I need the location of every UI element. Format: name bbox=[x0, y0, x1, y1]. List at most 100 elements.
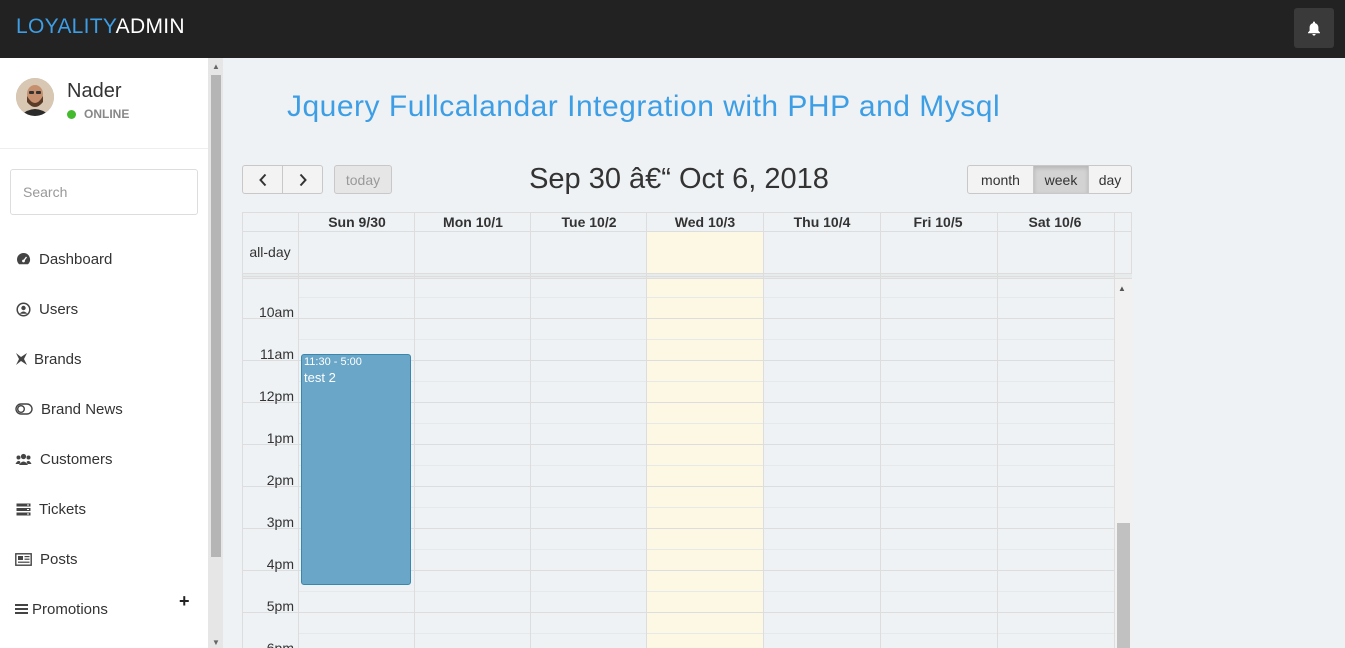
today-button[interactable]: today bbox=[334, 165, 392, 194]
view-month-button[interactable]: month bbox=[967, 165, 1034, 194]
calendar-event[interactable]: 11:30 - 5:00 test 2 bbox=[301, 354, 411, 585]
user-status: ONLINE bbox=[67, 107, 129, 121]
time-grid[interactable]: 10am 11am 12pm 1pm 2pm 3pm 4pm 5pm 6pm 1… bbox=[242, 276, 1115, 648]
calendar-range-title: Sep 30 â€“ Oct 6, 2018 bbox=[529, 163, 829, 195]
calendar-week-view: Sun 9/30 Mon 10/1 Tue 10/2 Wed 10/3 Thu … bbox=[242, 212, 1132, 648]
half-hour-line bbox=[298, 339, 1115, 340]
sidebar-item-brand-news[interactable]: Brand News bbox=[15, 397, 123, 421]
brand-logo-part2: ADMIN bbox=[115, 15, 185, 38]
users-icon bbox=[15, 451, 32, 467]
day-header: Fri 10/5 bbox=[913, 214, 963, 230]
sidebar-item-label: Customers bbox=[40, 450, 113, 468]
time-label: 11am bbox=[260, 346, 294, 362]
sidebar-scrollbar-thumb[interactable] bbox=[211, 75, 221, 557]
online-status-dot-icon bbox=[67, 109, 76, 119]
sidebar-item-posts[interactable]: Posts bbox=[15, 547, 78, 571]
chevron-left-icon bbox=[258, 173, 266, 186]
sidebar-item-customers[interactable]: Customers bbox=[15, 447, 113, 471]
time-label: 12pm bbox=[258, 388, 294, 404]
search-input[interactable] bbox=[10, 169, 198, 215]
calendar-scroll-up-icon[interactable]: ▲ bbox=[1118, 284, 1126, 293]
column-line bbox=[646, 212, 647, 648]
column-line bbox=[1131, 212, 1132, 274]
half-hour-line bbox=[298, 423, 1115, 424]
user-status-label: ONLINE bbox=[84, 107, 130, 121]
sidebar-item-label: Tickets bbox=[39, 500, 86, 518]
allday-label: all-day bbox=[249, 244, 291, 260]
day-header: Mon 10/1 bbox=[443, 214, 503, 230]
bell-icon bbox=[1308, 21, 1320, 36]
brand-logo[interactable]: LOYALITYADMIN bbox=[16, 15, 185, 39]
time-label: 6pm bbox=[266, 640, 294, 648]
column-line bbox=[242, 212, 243, 648]
sidebar-item-promotions[interactable]: Promotions bbox=[15, 597, 108, 621]
column-line bbox=[763, 212, 764, 648]
day-header: Tue 10/2 bbox=[561, 214, 617, 230]
hour-line bbox=[242, 276, 1115, 277]
half-hour-line bbox=[298, 381, 1115, 382]
user-name: Nader bbox=[67, 80, 122, 102]
sidebar-item-tickets[interactable]: Tickets bbox=[15, 497, 86, 521]
calendar-scrollbar-thumb[interactable] bbox=[1117, 523, 1130, 648]
time-label: 10am bbox=[258, 304, 294, 320]
sidebar-item-label: Dashboard bbox=[39, 250, 113, 268]
half-hour-line bbox=[298, 507, 1115, 508]
event-time: 11:30 - 5:00 bbox=[304, 356, 362, 368]
notifications-button[interactable] bbox=[1294, 8, 1334, 48]
chevron-right-icon bbox=[299, 173, 307, 186]
time-label: 5pm bbox=[266, 598, 294, 614]
avatar[interactable] bbox=[16, 78, 54, 116]
sidebar-item-label: Posts bbox=[40, 550, 78, 568]
scroll-up-arrow-icon[interactable]: ▲ bbox=[212, 62, 220, 71]
event-title: test 2 bbox=[304, 370, 336, 385]
day-header: Sat 10/6 bbox=[1028, 214, 1082, 230]
day-header: Thu 10/4 bbox=[793, 214, 851, 230]
bars-icon bbox=[15, 601, 28, 617]
avatar-image bbox=[16, 78, 54, 116]
toggle-icon bbox=[15, 401, 33, 417]
brands-icon bbox=[15, 351, 28, 367]
view-week-button[interactable]: week bbox=[1033, 165, 1089, 194]
top-navbar: LOYALITYADMIN bbox=[0, 0, 1345, 58]
sidebar-item-label: Promotions bbox=[32, 600, 108, 618]
scroll-down-arrow-icon[interactable]: ▼ bbox=[212, 638, 220, 647]
column-line bbox=[997, 212, 998, 648]
sidebar-item-label: Brand News bbox=[41, 400, 123, 418]
time-label: 3pm bbox=[266, 514, 294, 530]
add-promotion-button[interactable]: + bbox=[179, 591, 190, 612]
half-hour-line bbox=[298, 549, 1115, 550]
brand-logo-part1: LOYALITY bbox=[16, 15, 116, 38]
allday-row[interactable]: all-day bbox=[242, 232, 1132, 274]
prev-week-button[interactable] bbox=[242, 165, 283, 194]
time-label: 2pm bbox=[266, 472, 294, 488]
time-label: 4pm bbox=[266, 556, 294, 572]
day-header-row: Sun 9/30 Mon 10/1 Tue 10/2 Wed 10/3 Thu … bbox=[242, 212, 1132, 232]
time-label: 1pm bbox=[266, 430, 294, 446]
column-line bbox=[530, 212, 531, 648]
sidebar-item-label: Brands bbox=[34, 350, 82, 368]
half-hour-line bbox=[298, 465, 1115, 466]
day-header: Wed 10/3 bbox=[674, 214, 736, 230]
sidebar: Nader ONLINE Dashboard Users Brands Bran… bbox=[0, 58, 208, 648]
half-hour-line bbox=[298, 591, 1115, 592]
dashboard-icon bbox=[15, 251, 31, 267]
view-day-button[interactable]: day bbox=[1088, 165, 1132, 194]
sidebar-divider bbox=[0, 148, 208, 149]
column-line bbox=[298, 212, 299, 648]
server-icon bbox=[15, 501, 31, 517]
sidebar-item-brands[interactable]: Brands bbox=[15, 347, 82, 371]
half-hour-line bbox=[298, 633, 1115, 634]
sidebar-item-dashboard[interactable]: Dashboard bbox=[15, 247, 112, 271]
hour-line bbox=[242, 612, 1115, 613]
day-header: Sun 9/30 bbox=[328, 214, 386, 230]
user-circle-icon bbox=[15, 301, 31, 317]
page-title: Jquery Fullcalandar Integration with PHP… bbox=[287, 90, 1001, 123]
next-week-button[interactable] bbox=[282, 165, 323, 194]
sidebar-item-label: Users bbox=[39, 300, 79, 318]
column-line bbox=[414, 212, 415, 648]
newspaper-icon bbox=[15, 551, 32, 567]
hour-line bbox=[242, 318, 1115, 319]
sidebar-item-users[interactable]: Users bbox=[15, 297, 78, 321]
half-hour-line bbox=[298, 297, 1115, 298]
column-line bbox=[880, 212, 881, 648]
